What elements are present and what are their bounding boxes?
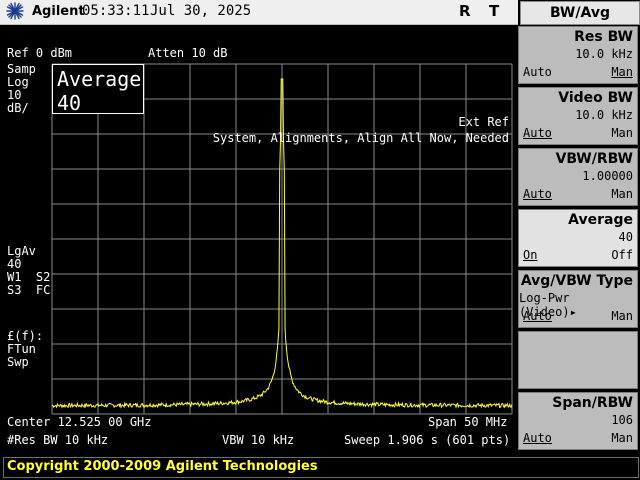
softkey-man: Man xyxy=(611,65,633,79)
correction-labels: £(f): FTun Swp xyxy=(7,329,44,369)
res-bw-readout: #Res BW 10 kHz xyxy=(7,433,109,447)
softkey-res-bw[interactable]: Res BW 10.0 kHz Auto Man xyxy=(518,26,638,84)
softkey-label: Avg/VBW Type xyxy=(520,273,633,289)
trace-mode-labels: LgAv 40 W1 S2 S3 FC xyxy=(7,244,51,297)
softkey-label: Average xyxy=(568,212,633,228)
softkey-average[interactable]: Average 40 On Off xyxy=(518,209,638,267)
softkey-vbw-rbw[interactable]: VBW/RBW 1.00000 Auto Man xyxy=(518,148,638,206)
softkey-value: 10.0 kHz xyxy=(575,47,633,61)
vbw-readout: VBW 10 kHz xyxy=(222,433,295,447)
softkey-value: 1.00000 xyxy=(582,169,633,183)
softkey-label: Span/RBW xyxy=(552,395,633,411)
graticule xyxy=(51,63,513,415)
ext-ref-message: Ext Ref xyxy=(458,115,509,129)
softkey-label: Video BW xyxy=(558,90,633,106)
softkey-man: Man xyxy=(611,431,633,445)
average-label: Average xyxy=(57,67,142,91)
softkey-avg-vbw-type[interactable]: Avg/VBW Type Log-Pwr (Video)▸ Auto Man xyxy=(518,270,638,328)
softkey-man: Man xyxy=(611,187,633,201)
softkey-span-rbw[interactable]: Span/RBW 106 Auto Man xyxy=(518,392,638,450)
softkey-blank[interactable] xyxy=(518,331,638,389)
softkey-auto: Auto xyxy=(523,431,552,445)
softkey-off: Off xyxy=(611,248,633,262)
softkey-on: On xyxy=(523,248,538,262)
alignment-message: System, Alignments, Align All Now, Neede… xyxy=(212,131,509,145)
softkey-label: Res BW xyxy=(574,29,633,45)
softkey-man: Man xyxy=(611,126,633,140)
softkey-value: 10.0 kHz xyxy=(575,108,633,122)
softkey-auto: Auto xyxy=(523,126,552,140)
softkey-value: 40 xyxy=(618,230,633,244)
average-count: 40 xyxy=(57,91,82,115)
center-frequency: Center 12.525 00 GHz xyxy=(7,415,152,429)
softkey-auto: Auto xyxy=(523,309,552,323)
softkey-man: Man xyxy=(611,309,633,323)
span: Span 50 MHz xyxy=(428,415,508,429)
softkey-video-bw[interactable]: Video BW 10.0 kHz Auto Man xyxy=(518,87,638,145)
softkey-auto: Auto xyxy=(523,187,552,201)
softkey-label: VBW/RBW xyxy=(555,151,633,167)
softkey-auto: Auto xyxy=(523,65,552,79)
sweep-readout: Sweep 1.906 s (601 pts) xyxy=(344,433,511,447)
copyright-text: Copyright 2000-2009 Agilent Technologies xyxy=(7,459,318,474)
softkey-value: 106 xyxy=(611,413,633,427)
menu-title: BW/Avg xyxy=(520,1,640,25)
